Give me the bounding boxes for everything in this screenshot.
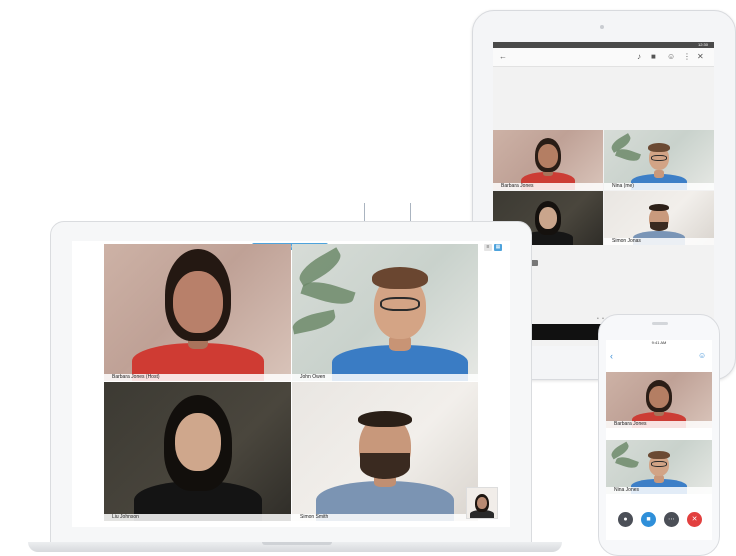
laptop-tile-label: Barbara Jones (Host) <box>104 374 291 381</box>
mic-icon[interactable]: ♪ <box>637 52 641 62</box>
mute-button[interactable]: ● <box>618 512 633 527</box>
phone-app-bar: ‹ ☺ <box>606 346 712 364</box>
participants-icon[interactable]: ☺ <box>698 351 706 361</box>
hang-up-button[interactable]: ✕ <box>687 512 702 527</box>
arrow-left-icon[interactable]: ‹ <box>610 351 613 361</box>
more-icon[interactable]: ⋮ <box>683 52 691 62</box>
laptop-notch <box>262 542 332 545</box>
tablet-camera <box>600 25 604 29</box>
tablet-tile-label: Barbara Jones <box>493 183 603 190</box>
phone-tile-label: Barbara Jones <box>606 421 712 428</box>
laptop-tile-barbara[interactable]: Barbara Jones (Host) <box>104 244 291 381</box>
laptop-tile-label: Simon Smith <box>292 514 478 521</box>
tablet-tile-nina[interactable]: Nina (me) <box>604 130 714 190</box>
arrow-left-icon[interactable]: ← <box>499 52 507 62</box>
phone-tile-barbara[interactable]: Barbara Jones <box>606 372 712 428</box>
laptop-tile-liu[interactable]: Liu Johnson <box>104 382 291 521</box>
phone-screen: 9:41 AM ‹ ☺ Barbara Jones Nina Jones ● ■… <box>606 340 712 540</box>
more-button[interactable]: ⋯ <box>664 512 679 527</box>
tablet-tile-label: Nina (me) <box>604 183 714 190</box>
tablet-status-time: 12:30 <box>697 42 708 47</box>
participants-icon[interactable]: ☺ <box>667 52 675 62</box>
connector-line <box>364 203 365 223</box>
phone-speaker <box>652 322 668 325</box>
video-button[interactable]: ■ <box>641 512 656 527</box>
laptop-tile-label: Liu Johnson <box>104 514 291 521</box>
laptop-participants-button[interactable]: ≡ <box>484 244 492 251</box>
laptop-tile-simon[interactable]: Simon Smith <box>292 382 478 521</box>
tablet-tile-simon[interactable]: Simon Jonas <box>604 191 714 245</box>
tablet-tile-label: Simon Jonas <box>604 238 714 245</box>
connector-line <box>410 203 411 223</box>
phone-tile-nina[interactable]: Nina Jones <box>606 440 712 494</box>
laptop-tile-label: John Owen <box>292 374 478 381</box>
close-icon[interactable]: ✕ <box>697 52 704 62</box>
phone-tile-label: Nina Jones <box>606 487 712 494</box>
tablet-tile-barbara[interactable]: Barbara Jones <box>493 130 603 190</box>
laptop-tile-john[interactable]: John Owen <box>292 244 478 381</box>
self-view-thumbnail[interactable] <box>466 487 498 519</box>
laptop-screen: You are now sharing screen ≡ ▦ Barbara J… <box>72 241 510 527</box>
video-icon[interactable]: ■ <box>651 52 656 62</box>
tablet-app-bar: ← ♪ ■ ☺ ⋮ ✕ <box>493 48 714 67</box>
laptop-layout-button[interactable]: ▦ <box>494 244 502 251</box>
